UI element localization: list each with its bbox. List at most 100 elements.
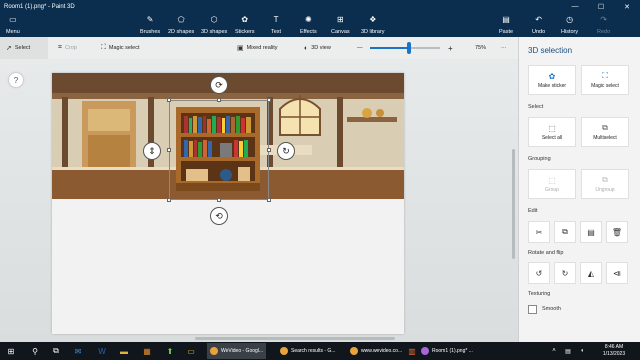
resize-handle-left[interactable] [167, 148, 171, 152]
rotate-left-icon[interactable]: ↺ [528, 262, 550, 284]
resize-handle-top-left[interactable] [167, 98, 171, 102]
rotate-z-icon[interactable]: ⟲ [210, 207, 228, 225]
redo-button[interactable]: ↷ Redo [597, 15, 610, 35]
resize-handle-top-right[interactable] [267, 98, 271, 102]
folder-icon: ▭ [9, 15, 17, 24]
crop-icon: ⌗ [58, 44, 62, 51]
rotate-x-icon[interactable]: ⟳ [210, 76, 228, 94]
outlook-icon[interactable]: ✉ [72, 345, 84, 357]
app-icon-2[interactable]: ⬆ [164, 345, 176, 357]
ungroup-button[interactable]: ⧉ Ungroup [581, 169, 629, 199]
2d-shapes-icon: ⬠ [177, 15, 185, 24]
app-icon[interactable]: ▦ [141, 345, 153, 357]
magic-select-button[interactable]: ⛶ Magic select [581, 65, 629, 95]
folder-icon[interactable]: ▭ [185, 345, 197, 357]
effects-button[interactable]: ✺ Effects [300, 15, 317, 35]
zoom-in-button[interactable]: + [448, 37, 453, 59]
3d-library-button[interactable]: ❖ 3D library [361, 15, 385, 35]
stickers-button[interactable]: ✿ Stickers [235, 15, 255, 35]
3d-view-toggle[interactable]: ◐ 3D view [304, 37, 331, 59]
group-button[interactable]: ⬚ Group [528, 169, 576, 199]
selection-box[interactable] [169, 100, 269, 200]
chevron-up-icon[interactable]: ˄ [548, 345, 560, 357]
history-icon: ◷ [566, 15, 574, 24]
history-button[interactable]: ◷ History [561, 15, 578, 35]
taskbar-item-search[interactable]: Search results - G... [277, 343, 338, 359]
select-tool[interactable]: ➚ Select [0, 37, 48, 59]
resize-handle-top[interactable] [217, 98, 221, 102]
copy-icon[interactable]: ⧉ [554, 221, 576, 243]
word-icon[interactable]: W [96, 345, 108, 357]
multiselect-icon: ⧉ [602, 123, 608, 132]
make-sticker-button[interactable]: ✿ Make sticker [528, 65, 576, 95]
window-title: Room1 (1).png* - Paint 3D [4, 3, 75, 10]
ungroup-icon: ⧉ [602, 175, 608, 184]
rotate-right-icon[interactable]: ↻ [554, 262, 576, 284]
magic-select-tool[interactable]: ⛶ Magic select [101, 37, 139, 59]
effects-icon: ✺ [305, 15, 312, 24]
brushes-button[interactable]: ✎ Brushes [140, 15, 160, 35]
select-all-icon: ⬚ [548, 123, 556, 133]
cursor-icon: ➚ [6, 45, 12, 52]
text-button[interactable]: T Text [271, 15, 281, 35]
resize-handle-bottom-left[interactable] [167, 198, 171, 202]
maximize-button[interactable]: ☐ [588, 0, 614, 13]
3d-shapes-button[interactable]: ⬡ 3D shapes [201, 15, 227, 35]
minimize-button[interactable]: — [562, 0, 588, 13]
texturing-heading: Texturing [528, 291, 551, 297]
cut-icon[interactable]: ✂ [528, 221, 550, 243]
smooth-checkbox[interactable] [528, 305, 537, 314]
file-explorer-icon[interactable]: ▬ [118, 345, 130, 357]
undo-icon: ↶ [535, 15, 542, 24]
grouping-heading: Grouping [528, 156, 551, 162]
taskbar-item-wevideo-site[interactable]: www.wevideo.co... [347, 343, 405, 359]
paste-icon[interactable]: ▤ [580, 221, 602, 243]
search-icon[interactable]: ⚲ [29, 345, 41, 357]
select-all-button[interactable]: ⬚ Select all [528, 117, 576, 147]
rotate-y-icon[interactable]: ↻ [277, 142, 295, 160]
zoom-slider[interactable] [370, 42, 440, 54]
canvas-button[interactable]: ⊞ Canvas [331, 15, 350, 35]
paste-button[interactable]: ▤ Paste [499, 15, 513, 35]
more-options-button[interactable]: ··· [501, 37, 507, 59]
help-button[interactable]: ? [9, 73, 23, 87]
undo-button[interactable]: ↶ Undo [532, 15, 545, 35]
delete-icon[interactable]: 🗑 [606, 221, 628, 243]
taskbar: ⊞ ⚲ ⧉ ✉ W ▬ ▦ ⬆ ▭ WeVideo - Googl... Sea… [0, 342, 640, 360]
menu-button[interactable]: ▭ Menu [6, 15, 20, 35]
clock[interactable]: 8:46 AM 1/13/2023 [594, 344, 634, 358]
resize-handle-right[interactable] [267, 148, 271, 152]
zoom-slider-thumb[interactable] [406, 42, 411, 54]
resize-handle-bottom-right[interactable] [267, 198, 271, 202]
paint-3d-icon [421, 347, 429, 355]
zoom-out-button[interactable]: — [357, 37, 363, 59]
close-button[interactable]: ✕ [614, 0, 640, 13]
crop-tool[interactable]: ⌗ Crop [58, 37, 77, 59]
flip-vertical-icon[interactable]: ⧏ [606, 262, 628, 284]
title-bar: Room1 (1).png* - Paint 3D — ☐ ✕ [0, 0, 640, 13]
panel-title: 3D selection [528, 46, 573, 55]
zoom-slider-fill [370, 47, 409, 49]
app-icon-3[interactable]: ▥ [406, 345, 418, 357]
side-panel: 3D selection ✿ Make sticker ⛶ Magic sele… [518, 37, 640, 342]
resize-handle-bottom[interactable] [217, 198, 221, 202]
horizontal-scrollbar[interactable] [195, 337, 395, 340]
magic-select-icon: ⛶ [602, 71, 608, 80]
redo-icon: ↷ [600, 15, 607, 24]
clock-date: 1/13/2023 [602, 351, 626, 357]
task-view-icon[interactable]: ⧉ [50, 345, 62, 357]
taskbar-item-paint3d[interactable]: Room1 (1).png* ... [418, 343, 476, 359]
taskbar-item-wevideo[interactable]: WeVideo - Googl... [207, 343, 267, 359]
2d-shapes-button[interactable]: ⬠ 2D shapes [168, 15, 194, 35]
clock-time: 8:46 AM [604, 344, 624, 350]
multiselect-button[interactable]: ⧉ Multiselect [581, 117, 629, 147]
network-icon[interactable]: ▤ [562, 345, 574, 357]
move-depth-icon[interactable]: ⇕ [143, 142, 161, 160]
rotate-flip-heading: Rotate and flip [528, 250, 564, 256]
sticker-icon: ✿ [548, 71, 556, 81]
mixed-reality-button[interactable]: ▣ Mixed reality [237, 37, 278, 59]
windows-start-icon[interactable]: ⊞ [5, 345, 17, 357]
vertical-scrollbar[interactable] [512, 149, 515, 259]
volume-icon[interactable]: ◖ [576, 345, 588, 357]
flip-horizontal-icon[interactable]: ◭ [580, 262, 602, 284]
